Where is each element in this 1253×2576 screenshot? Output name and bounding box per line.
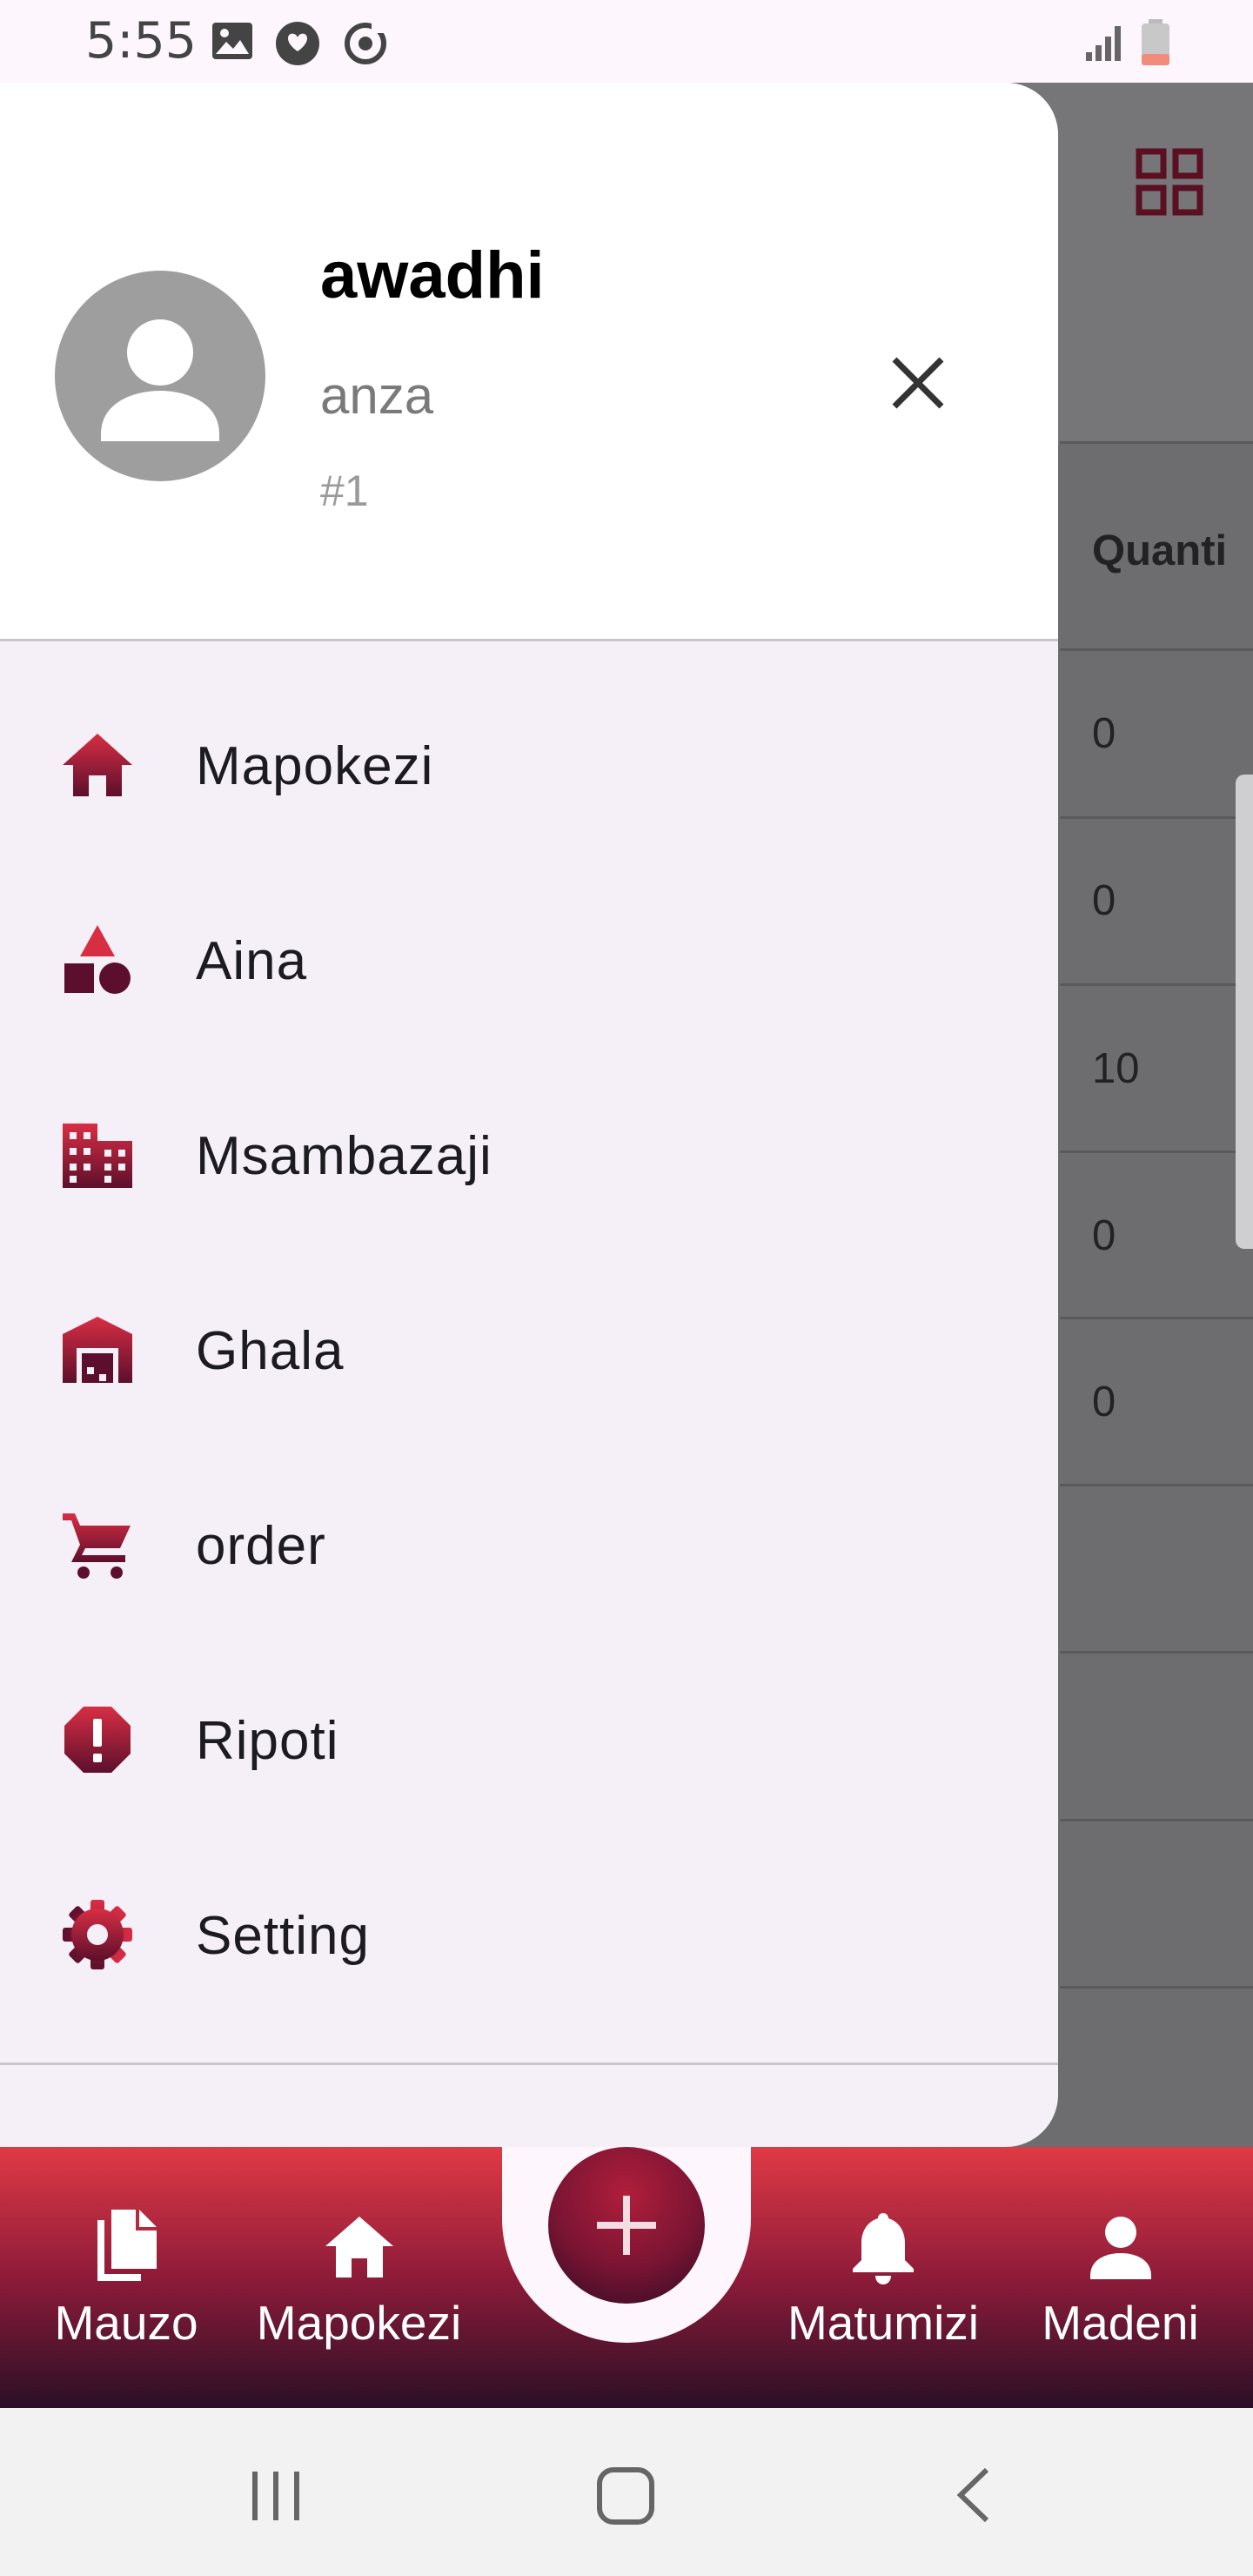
- status-time: 5:55: [85, 12, 197, 70]
- drawer-item-ripoti[interactable]: Ripoti: [0, 1642, 1058, 1837]
- user-id: #1: [320, 466, 369, 515]
- bottom-nav-matumizi[interactable]: Matumizi: [774, 2147, 992, 2408]
- user-name: awadhi: [320, 238, 545, 312]
- sync-icon: [345, 23, 386, 64]
- bottom-nav-label: Matumizi: [787, 2296, 980, 2350]
- user-subtitle: anza: [320, 366, 434, 425]
- table-divider: [1060, 1819, 1253, 1821]
- bottom-nav-mauzo[interactable]: Mauzo: [35, 2147, 218, 2408]
- avatar[interactable]: [55, 271, 265, 481]
- category-shapes-icon: [64, 925, 131, 994]
- drawer-item-ghala[interactable]: Ghala: [0, 1252, 1058, 1447]
- drawer-item-label: Mapokezi: [196, 736, 434, 796]
- drawer-item-label: Ripoti: [196, 1711, 339, 1771]
- add-button[interactable]: [548, 2147, 705, 2304]
- status-bar: 5:55: [0, 0, 1253, 83]
- drawer-item-setting[interactable]: Setting: [0, 1837, 1058, 2032]
- drawer-item-order[interactable]: order: [0, 1447, 1058, 1642]
- drawer-item-label: Setting: [196, 1906, 371, 1966]
- shield-heart-icon: [276, 22, 319, 65]
- home-icon: [63, 734, 132, 796]
- drawer-item-msambazaji[interactable]: Msambazaji: [0, 1057, 1058, 1252]
- gallery-icon: [212, 23, 252, 59]
- report-alert-icon: [64, 1707, 131, 1773]
- bottom-nav-label: Mauzo: [54, 2296, 198, 2350]
- table-cell: 0: [1092, 877, 1116, 924]
- table-divider: [1060, 1484, 1253, 1486]
- table-cell: 10: [1092, 1045, 1140, 1092]
- scroll-handle[interactable]: [1236, 775, 1253, 1249]
- drawer-item-aina[interactable]: Aina: [0, 862, 1058, 1057]
- drawer-divider: [0, 639, 1058, 641]
- table-divider: [1060, 983, 1253, 986]
- column-header-quantity: Quanti: [1092, 527, 1228, 574]
- bottom-nav-label: Madeni: [1042, 2296, 1199, 2350]
- table-divider: [1060, 1651, 1253, 1654]
- battery-icon: [1142, 19, 1169, 65]
- bottom-nav-madeni[interactable]: Madeni: [1022, 2147, 1218, 2408]
- drawer-item-label: order: [196, 1516, 326, 1576]
- drawer-item-label: Ghala: [196, 1321, 345, 1381]
- table-divider: [1060, 441, 1253, 444]
- table-divider: [1060, 1986, 1253, 1989]
- gear-icon: [63, 1900, 132, 1969]
- cart-icon: [63, 1513, 131, 1579]
- drawer-item-label: Aina: [196, 931, 308, 991]
- documents-icon: [97, 2210, 157, 2281]
- warehouse-icon: [63, 1317, 132, 1383]
- drawer-item-label: Msambazaji: [196, 1126, 492, 1186]
- back-icon[interactable]: [948, 2465, 1001, 2526]
- recent-apps-icon[interactable]: [245, 2465, 306, 2526]
- table-divider: [1060, 1317, 1253, 1319]
- home-nav-icon[interactable]: [594, 2465, 657, 2527]
- grid-view-icon[interactable]: [1136, 148, 1203, 216]
- drawer-header: awadhi anza #1: [0, 83, 1058, 640]
- table-cell: 0: [1092, 1212, 1116, 1259]
- table-divider: [1060, 1150, 1253, 1153]
- bottom-nav-mapokezi[interactable]: Mapokezi: [248, 2147, 470, 2408]
- table-cell: 0: [1092, 1379, 1116, 1426]
- signal-icon: [1086, 26, 1121, 61]
- table-divider: [1060, 816, 1253, 819]
- person-avatar-icon: [101, 319, 219, 441]
- navigation-drawer: awadhi anza #1 Mapokezi Aina Msambazaji …: [0, 83, 1058, 2147]
- bell-icon: [853, 2213, 914, 2284]
- home-icon: [325, 2217, 393, 2277]
- system-navigation-bar: [0, 2408, 1253, 2576]
- drawer-divider: [0, 2063, 1058, 2065]
- table-divider: [1060, 648, 1253, 651]
- bottom-nav-label: Mapokezi: [256, 2296, 462, 2350]
- plus-icon: [597, 2196, 656, 2255]
- person-icon: [1089, 2217, 1151, 2279]
- building-icon: [63, 1124, 132, 1188]
- drawer-item-mapokezi[interactable]: Mapokezi: [0, 667, 1058, 862]
- table-cell: 0: [1092, 710, 1116, 757]
- close-icon[interactable]: [879, 344, 957, 422]
